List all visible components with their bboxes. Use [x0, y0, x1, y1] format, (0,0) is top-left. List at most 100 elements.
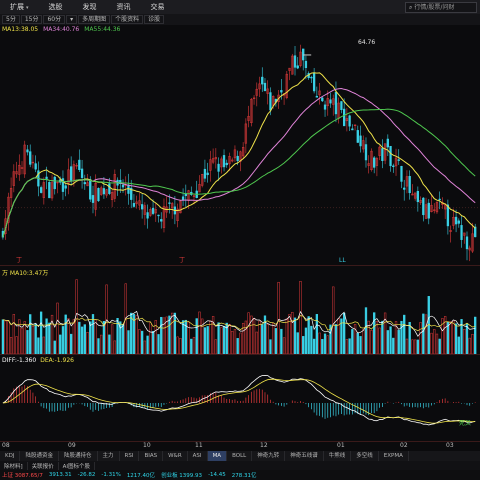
price-chart[interactable]: 丁 丁 LL	[0, 37, 480, 265]
candle-body	[323, 104, 327, 110]
ticker-item: -14.45	[208, 472, 226, 478]
volume-bar	[258, 320, 261, 354]
candle-body	[53, 176, 56, 190]
indicator-tab-9[interactable]: BOLL	[227, 451, 253, 461]
volume-bar	[97, 338, 100, 354]
candle-body	[389, 145, 392, 167]
volume-bar	[236, 338, 239, 354]
indicator-tab-2[interactable]: 陆股通持仓	[59, 451, 98, 461]
volume-bar	[42, 336, 46, 354]
dea-value: DEA:-1.926	[40, 357, 74, 364]
volume-bar	[378, 327, 381, 354]
volume-bar	[15, 336, 18, 354]
candle-body	[140, 204, 144, 210]
candle-body	[403, 187, 406, 190]
indicator-tab-3[interactable]: 主力	[98, 451, 120, 461]
bottom-tabs: 除材料] 关联报价 AI图标个股	[0, 461, 480, 470]
candle-body	[397, 159, 400, 161]
volume-bar	[413, 339, 417, 354]
volume-bar	[323, 333, 327, 354]
candle-body	[392, 165, 395, 168]
volume-bar	[389, 326, 392, 354]
pane-divider[interactable]	[0, 265, 480, 266]
indicator-tab-7[interactable]: ASI	[188, 451, 208, 461]
candle-body	[416, 191, 420, 203]
menu-item-2[interactable]: 发现	[73, 2, 107, 12]
candle-body	[225, 162, 228, 166]
candle-body	[91, 195, 95, 203]
candle-body	[70, 166, 73, 181]
toolbar-item-0[interactable]: 5分	[2, 15, 20, 24]
toolbar-item-3[interactable]: 多周期图	[78, 15, 111, 24]
indicator-tab-12[interactable]: 牛熊线	[324, 451, 352, 461]
indicator-tab-10[interactable]: 神奇九转	[252, 451, 286, 461]
volume-bar	[307, 316, 310, 354]
high-price-label: 64.76	[358, 39, 376, 46]
candle-body	[261, 76, 264, 85]
toolbar-item-4[interactable]: 个股资料	[111, 15, 144, 24]
volume-bar	[94, 319, 97, 354]
candle-body	[312, 72, 316, 92]
bottom-tab-2[interactable]: AI图标个股	[59, 461, 96, 470]
volume-bar	[135, 315, 138, 354]
volume-bar	[220, 327, 223, 354]
macd-chart[interactable]	[0, 364, 480, 442]
volume-bar	[138, 329, 141, 354]
indicator-tab-11[interactable]: 神奇五线谱	[285, 451, 324, 461]
volume-bar	[78, 321, 81, 354]
toolbar-item-2[interactable]: 60分	[43, 15, 66, 24]
candle-body	[315, 95, 319, 98]
toolbar-item-5[interactable]: 诊股	[144, 15, 165, 24]
indicator-tab-1[interactable]: 陆股通资金	[20, 451, 59, 461]
search-input[interactable]: ⌕ 行情/股票/问财	[405, 2, 477, 13]
volume-bar	[108, 334, 111, 354]
volume-bar	[348, 338, 351, 354]
menu-item-1[interactable]: 选股	[39, 2, 73, 12]
volume-bar	[255, 331, 258, 354]
candle-body	[217, 163, 220, 172]
menu-item-0[interactable]: 扩展 ▾	[0, 2, 39, 12]
search-placeholder: 行情/股票/问财	[414, 4, 455, 11]
volume-chart[interactable]	[0, 270, 480, 354]
bottom-tab-0[interactable]: 除材料]	[0, 461, 28, 470]
volume-bar	[176, 336, 179, 354]
volume-bar	[75, 279, 78, 354]
menu-item-3[interactable]: 资讯	[107, 2, 141, 12]
volume-bar	[356, 332, 359, 354]
volume-bar	[228, 323, 231, 354]
indicator-tab-0[interactable]: KDJ	[0, 451, 21, 461]
volume-bar	[192, 337, 196, 354]
candle-body	[438, 198, 441, 201]
candle-body	[206, 172, 209, 176]
indicator-tab-5[interactable]: BIAS	[139, 451, 164, 461]
volume-bar	[146, 335, 149, 354]
volume-bar	[454, 323, 458, 354]
candle-body	[48, 181, 51, 199]
candle-body	[373, 157, 376, 168]
volume-bar	[151, 331, 155, 354]
volume-bar	[422, 313, 425, 354]
volume-bar	[239, 332, 242, 354]
menu-item-4[interactable]: 交易	[141, 2, 175, 12]
volume-bar	[100, 334, 103, 354]
indicator-tab-4[interactable]: RSI	[120, 451, 140, 461]
volume-bar	[127, 330, 130, 354]
indicator-tab-6[interactable]: W&R	[163, 451, 188, 461]
candle-body	[381, 148, 384, 161]
indicator-tab-8[interactable]: MA	[207, 451, 228, 461]
volume-bar	[433, 329, 436, 354]
volume-bar	[26, 330, 29, 354]
candle-body	[146, 212, 149, 219]
time-axis-label: 02	[400, 442, 408, 449]
toolbar-item-1[interactable]: 15分	[20, 15, 43, 24]
pane-divider[interactable]	[0, 441, 480, 442]
period-dropdown-button[interactable]: ▾	[66, 15, 78, 24]
bottom-tab-1[interactable]: 关联报价	[28, 461, 59, 470]
pane-divider[interactable]	[0, 354, 480, 355]
volume-bar	[113, 340, 116, 354]
candle-body	[263, 82, 267, 92]
volume-bar	[424, 314, 428, 354]
volume-bar	[20, 328, 24, 354]
indicator-tab-13[interactable]: 多空线	[351, 451, 379, 461]
indicator-tab-14[interactable]: EXPMA	[379, 451, 409, 461]
